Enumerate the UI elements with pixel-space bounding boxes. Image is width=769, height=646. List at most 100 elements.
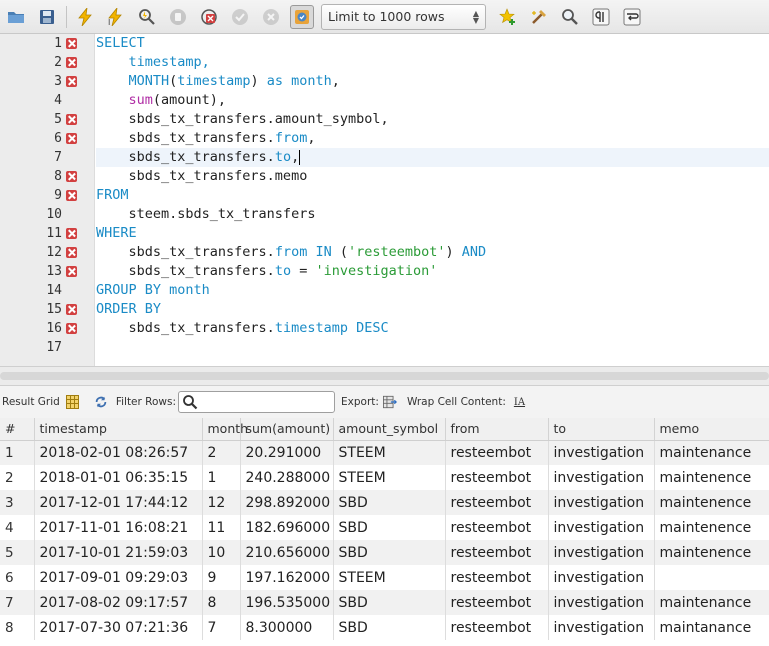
column-header[interactable]: to [548,418,655,441]
table-row[interactable]: 3 2017-12-01 17:44:12 12 298.892000 SBD reste… [0,490,769,515]
table-cell[interactable]: STEEM [333,440,446,465]
syntax-error-icon[interactable] [66,114,77,125]
table-cell[interactable]: maintenence [654,465,769,490]
table-cell[interactable]: investigation [548,615,655,640]
table-row[interactable]: 2 2018-01-01 06:35:15 1 240.288000 STEEM rest… [0,465,769,490]
table-cell[interactable]: 2017-11-01 16:08:21 [34,515,203,540]
rollback-icon[interactable] [259,5,283,29]
table-cell[interactable]: STEEM [333,465,446,490]
beautify-icon[interactable] [527,5,551,29]
table-cell[interactable]: SBD [333,590,446,615]
syntax-error-icon[interactable] [66,190,77,201]
table-cell[interactable]: 7 [202,615,241,640]
table-cell[interactable]: maintenence [654,490,769,515]
refresh-icon[interactable] [94,395,108,409]
table-row[interactable]: 6 2017-09-01 09:29:03 9 197.162000 STEEM rest… [0,565,769,590]
column-header[interactable]: amount_symbol [333,418,446,441]
table-cell[interactable]: maintenence [654,540,769,565]
table-row[interactable]: 8 2017-07-30 07:21:36 7 8.300000 SBD resteemb… [0,615,769,640]
code-line[interactable]: 17 [0,338,769,357]
table-cell[interactable]: 9 [202,565,241,590]
code-line[interactable]: 2 timestamp, [0,53,769,72]
sql-editor[interactable]: 1 SELECT 2 timestamp, 3 MONTH(timestamp) as… [0,34,769,366]
table-cell[interactable]: maintenance [654,590,769,615]
syntax-error-icon[interactable] [66,57,77,68]
table-cell[interactable]: 12 [202,490,241,515]
wrap-cell-toggle-icon[interactable]: IA [514,397,525,408]
code-line[interactable]: 12 sbds_tx_transfers.from IN ('resteembo… [0,243,769,262]
limit-rows-select[interactable]: Limit to 1000 rows ▲ ▼ [321,3,486,30]
table-cell[interactable]: SBD [333,515,446,540]
row-index-cell[interactable]: 2 [0,465,35,490]
table-cell[interactable] [654,565,769,590]
table-cell[interactable]: resteembot [445,615,549,640]
toggle-error-icon[interactable] [197,5,221,29]
table-cell[interactable]: 2018-02-01 08:26:57 [34,440,203,465]
table-cell[interactable]: investigation [548,515,655,540]
code-line[interactable]: 13 sbds_tx_transfers.to = 'investigation… [0,262,769,281]
table-row[interactable]: 4 2017-11-01 16:08:21 11 182.696000 SBD reste… [0,515,769,540]
folder-icon[interactable] [4,5,28,29]
table-cell[interactable]: investigation [548,540,655,565]
code-line[interactable]: 7 sbds_tx_transfers.to, [0,148,769,167]
column-header[interactable]: timestamp [34,418,203,441]
table-cell[interactable]: investigation [548,465,655,490]
syntax-error-icon[interactable] [66,38,77,49]
explain-icon[interactable] [135,5,159,29]
export-icon[interactable] [382,395,397,409]
row-index-cell[interactable]: 5 [0,540,35,565]
code-line[interactable]: 6 sbds_tx_transfers.from, [0,129,769,148]
row-index-cell[interactable]: 1 [0,440,35,465]
table-cell[interactable]: resteembot [445,440,549,465]
row-index-cell[interactable]: 7 [0,590,35,615]
editor-horizontal-scrollbar[interactable] [0,366,769,386]
code-line[interactable]: 4 sum(amount), [0,91,769,110]
filter-rows-input[interactable] [178,391,336,413]
code-line[interactable]: 15 ORDER BY [0,300,769,319]
code-line[interactable]: 3 MONTH(timestamp) as month, [0,72,769,91]
column-header[interactable]: memo [654,418,769,441]
table-cell[interactable]: resteembot [445,490,549,515]
syntax-error-icon[interactable] [66,76,77,87]
table-cell[interactable]: resteembot [445,465,549,490]
table-cell[interactable]: 196.535000 [240,590,334,615]
code-line[interactable]: 9 FROM [0,186,769,205]
table-cell[interactable]: 210.656000 [240,540,334,565]
column-header[interactable]: # [0,418,35,441]
row-index-cell[interactable]: 3 [0,490,35,515]
syntax-error-icon[interactable] [66,171,77,182]
table-cell[interactable]: 298.892000 [240,490,334,515]
code-line[interactable]: 5 sbds_tx_transfers.amount_symbol, [0,110,769,129]
column-header[interactable]: month [202,418,248,441]
table-row[interactable]: 1 2018-02-01 08:26:57 2 20.291000 STEEM reste… [0,440,769,465]
syntax-error-icon[interactable] [66,323,77,334]
table-cell[interactable]: 2017-12-01 17:44:12 [34,490,203,515]
code-line[interactable]: 10 steem.sbds_tx_transfers [0,205,769,224]
table-cell[interactable]: 182.696000 [240,515,334,540]
syntax-error-icon[interactable] [66,304,77,315]
table-cell[interactable]: 1 [202,465,241,490]
scrollbar-thumb[interactable] [0,372,769,380]
syntax-error-icon[interactable] [66,133,77,144]
find-icon[interactable] [558,5,582,29]
table-cell[interactable]: 2017-09-01 09:29:03 [34,565,203,590]
table-cell[interactable]: resteembot [445,590,549,615]
table-row[interactable]: 5 2017-10-01 21:59:03 10 210.656000 SBD reste… [0,540,769,565]
table-cell[interactable]: 2018-01-01 06:35:15 [34,465,203,490]
stop-icon[interactable] [166,5,190,29]
table-cell[interactable]: STEEM [333,565,446,590]
table-cell[interactable]: 8 [202,590,241,615]
table-cell[interactable]: SBD [333,490,446,515]
table-cell[interactable]: 11 [202,515,241,540]
save-icon[interactable] [35,5,59,29]
table-cell[interactable]: 2017-08-02 09:17:57 [34,590,203,615]
table-cell[interactable]: maintenence [654,515,769,540]
table-cell[interactable]: 2 [202,440,241,465]
table-cell[interactable]: maintanance [654,615,769,640]
table-row[interactable]: 7 2017-08-02 09:17:57 8 196.535000 SBD restee… [0,590,769,615]
table-cell[interactable]: resteembot [445,515,549,540]
table-cell[interactable]: 2017-07-30 07:21:36 [34,615,203,640]
column-header[interactable]: sum(amount) [240,418,334,441]
table-cell[interactable]: SBD [333,615,446,640]
table-cell[interactable]: investigation [548,565,655,590]
